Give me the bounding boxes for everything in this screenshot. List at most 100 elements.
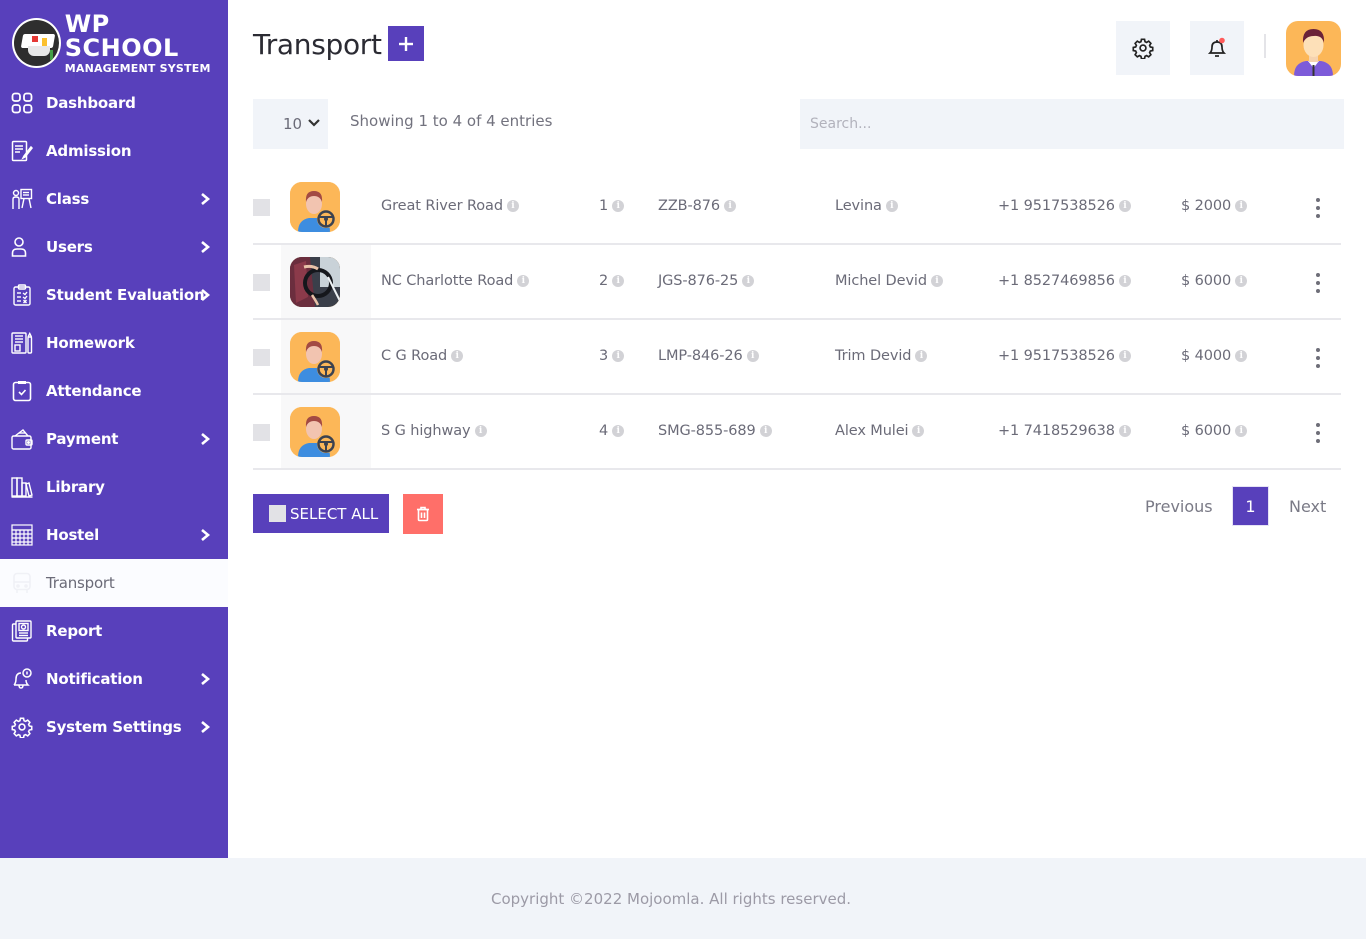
- chevron-right-icon[interactable]: [198, 288, 212, 302]
- info-icon[interactable]: i: [1118, 425, 1131, 437]
- brand[interactable]: WP SCHOOL MANAGEMENT SYSTEM: [12, 12, 228, 74]
- settings-button[interactable]: [1116, 21, 1170, 75]
- route-number: 4i: [599, 423, 625, 439]
- sidebar-item-dashboard[interactable]: Dashboard: [0, 79, 228, 127]
- chevron-right-icon[interactable]: [198, 672, 212, 686]
- app-root: WP SCHOOL MANAGEMENT SYSTEM Dashboard Ad…: [0, 0, 1366, 939]
- info-icon[interactable]: i: [451, 350, 464, 362]
- table-row: NC Charlotte Road i 2 i JGS-876-25 i Michel De…: [253, 245, 1341, 320]
- info-icon[interactable]: i: [506, 200, 519, 212]
- info-icon[interactable]: i: [1235, 425, 1248, 437]
- driver-name: Levina i: [835, 198, 898, 214]
- sidebar-item-student-evaluation[interactable]: Student Evaluation: [0, 271, 228, 319]
- notifications-button[interactable]: [1190, 21, 1244, 75]
- sidebar-item-class[interactable]: Class: [0, 175, 228, 223]
- notification-dot: [1219, 37, 1225, 44]
- info-icon[interactable]: i: [474, 425, 487, 437]
- driver-name-text: Trim Devid: [835, 348, 912, 364]
- transport-table: Great River Road i 1 i ZZB-876 i Levina i +1 951…: [253, 170, 1341, 470]
- info-icon[interactable]: i: [1118, 275, 1131, 287]
- sidebar-item-admission[interactable]: Admission: [0, 127, 228, 175]
- add-transport-button[interactable]: [388, 26, 424, 61]
- info-icon[interactable]: i: [1235, 200, 1248, 212]
- driver-illustration: [290, 332, 340, 382]
- select-all-checkbox[interactable]: [269, 505, 286, 522]
- info-icon[interactable]: i: [915, 350, 928, 362]
- chevron-right-icon[interactable]: [198, 720, 212, 734]
- row-checkbox[interactable]: [253, 349, 270, 366]
- info-icon[interactable]: i: [612, 350, 625, 362]
- sidebar-item-system-settings[interactable]: System Settings: [0, 703, 228, 751]
- class-icon: [11, 188, 33, 210]
- vehicle-number-text: ZZB-876: [658, 198, 721, 214]
- header-divider: [1264, 34, 1266, 58]
- info-icon[interactable]: i: [724, 200, 737, 212]
- row-actions-menu-icon[interactable]: [1311, 196, 1325, 220]
- sidebar-item-transport[interactable]: Transport: [0, 559, 228, 607]
- chevron-right-icon[interactable]: [198, 192, 212, 206]
- info-icon[interactable]: i: [612, 425, 625, 437]
- select-all-button[interactable]: SELECT ALL: [253, 494, 389, 533]
- info-icon[interactable]: i: [1235, 350, 1248, 362]
- info-icon[interactable]: i: [885, 200, 898, 212]
- info-icon[interactable]: i: [930, 275, 943, 287]
- page-length-select[interactable]: 10: [253, 99, 328, 149]
- brand-title: WP SCHOOL: [64, 10, 179, 62]
- sidebar-item-payment[interactable]: Payment: [0, 415, 228, 463]
- route-fare: $ 2000 i: [1181, 198, 1248, 214]
- info-icon[interactable]: i: [742, 275, 755, 287]
- pagination-page-current[interactable]: 1: [1232, 486, 1269, 526]
- row-actions-menu-icon[interactable]: [1311, 421, 1325, 445]
- sidebar-item-users[interactable]: Users: [0, 223, 228, 271]
- sidebar: WP SCHOOL MANAGEMENT SYSTEM Dashboard Ad…: [0, 0, 228, 858]
- table-row: S G highway i 4 i SMG-855-689 i Alex Mulei i +1 …: [253, 395, 1341, 470]
- chevron-right-icon[interactable]: [198, 528, 212, 542]
- plus-icon: [399, 36, 413, 51]
- info-icon[interactable]: i: [612, 275, 625, 287]
- sidebar-item-homework[interactable]: Homework: [0, 319, 228, 367]
- row-checkbox[interactable]: [253, 199, 270, 216]
- sidebar-item-attendance[interactable]: Attendance: [0, 367, 228, 415]
- info-icon[interactable]: i: [1118, 350, 1131, 362]
- delete-selected-button[interactable]: [403, 494, 443, 534]
- sidebar-item-label: Attendance: [46, 382, 142, 400]
- row-actions-menu-icon[interactable]: [1311, 346, 1325, 370]
- driver-name: Michel Devid i: [835, 273, 943, 289]
- info-icon[interactable]: i: [517, 275, 530, 287]
- info-icon[interactable]: i: [912, 425, 925, 437]
- route-name-text: S G highway: [381, 423, 471, 439]
- row-checkbox[interactable]: [253, 424, 270, 441]
- chevron-right-icon[interactable]: [198, 240, 212, 254]
- info-icon[interactable]: i: [1118, 200, 1131, 212]
- driver-phone-text: +1 8527469856: [998, 273, 1115, 289]
- info-icon[interactable]: i: [1235, 275, 1248, 287]
- info-icon[interactable]: i: [759, 425, 772, 437]
- sidebar-item-report[interactable]: Report: [0, 607, 228, 655]
- pagination-next[interactable]: Next: [1289, 486, 1326, 526]
- search-input[interactable]: [800, 99, 1344, 149]
- attendance-icon: [11, 380, 33, 402]
- copyright-text: Copyright ©2022 Mojoomla. All rights res…: [491, 890, 852, 908]
- info-icon[interactable]: i: [746, 350, 759, 362]
- row-actions-menu-icon[interactable]: [1311, 271, 1325, 295]
- user-avatar[interactable]: [1286, 21, 1341, 76]
- pagination-previous[interactable]: Previous: [1145, 486, 1213, 526]
- sidebar-item-hostel[interactable]: Hostel: [0, 511, 228, 559]
- sidebar-item-library[interactable]: Library: [0, 463, 228, 511]
- route-name: Great River Road i: [381, 198, 519, 214]
- driver-name: Trim Devid i: [835, 348, 928, 364]
- info-icon[interactable]: i: [612, 200, 625, 212]
- wallet-icon: [11, 428, 33, 450]
- route-name: S G highway i: [381, 423, 487, 439]
- bus-icon: [11, 572, 33, 594]
- chevron-right-icon[interactable]: [198, 432, 212, 446]
- route-fare-text: $ 2000: [1181, 198, 1232, 214]
- sidebar-item-notification[interactable]: Notification: [0, 655, 228, 703]
- hostel-icon: [11, 524, 33, 546]
- driver-illustration: [290, 182, 340, 232]
- page-length-value: 10: [283, 115, 303, 133]
- driver-photo: [290, 257, 340, 307]
- brand-logo-icon: [12, 18, 61, 68]
- row-checkbox[interactable]: [253, 274, 270, 291]
- footer: Copyright ©2022 Mojoomla. All rights res…: [0, 858, 1366, 939]
